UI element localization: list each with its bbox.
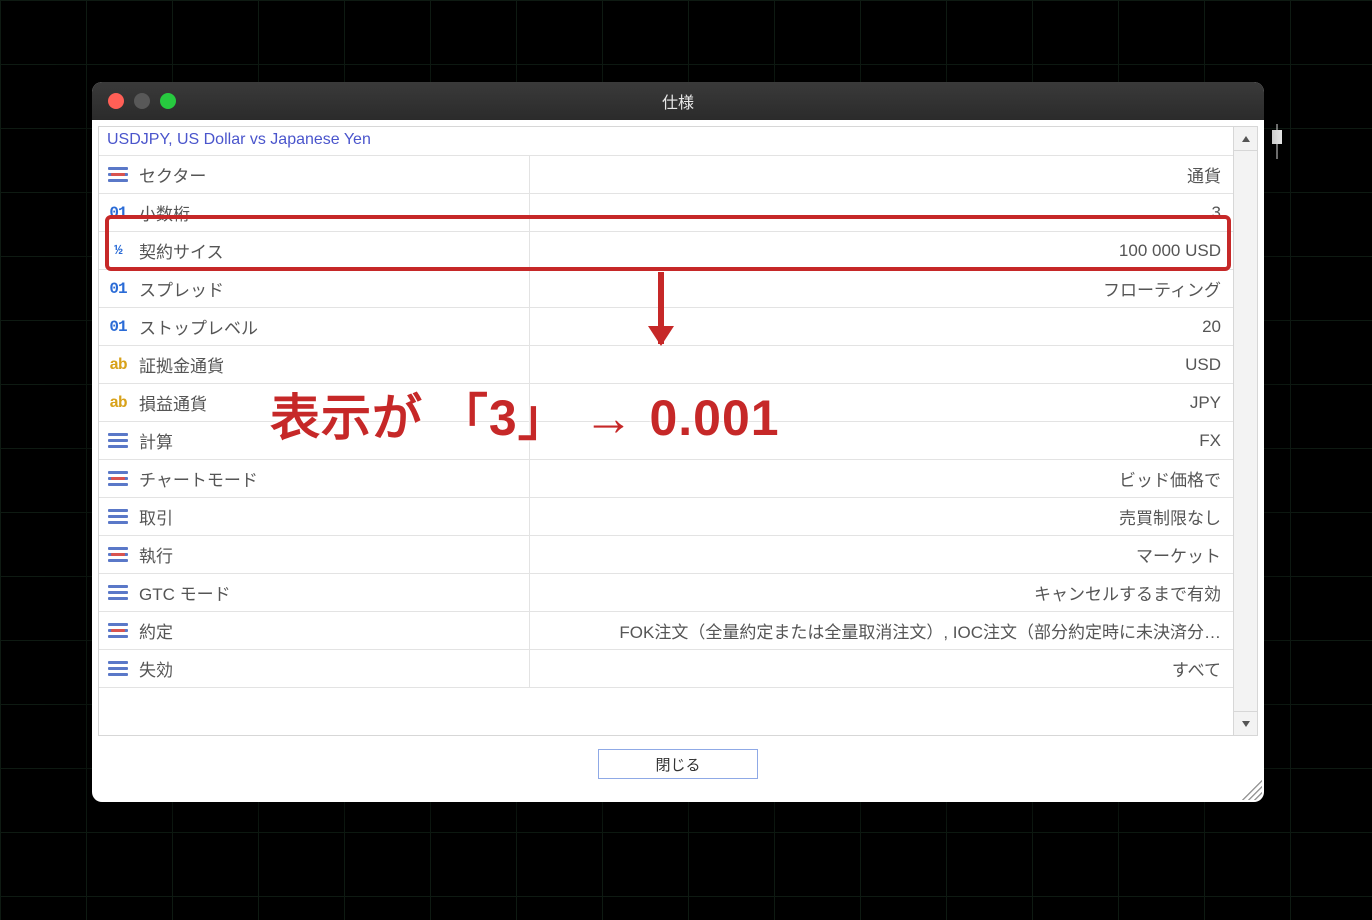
spec-value: FOK注文（全量約定または全量取消注文）, IOC注文（部分約定時に未決済分… [530,618,1233,643]
spec-value: マーケット [530,542,1233,567]
list-redmid-icon [107,544,129,566]
spec-row[interactable]: 取引 売買制限なし [99,498,1233,536]
number-type-icon: 01 [107,278,129,300]
window-title: 仕様 [92,89,1264,113]
spec-value: 100 000 USD [530,241,1233,261]
scroll-down-button[interactable] [1234,711,1257,735]
list-redmid-icon [107,468,129,490]
spec-row[interactable]: 01 小数桁 3 [99,194,1233,232]
spec-value: FX [530,431,1233,451]
specification-dialog: 仕様 USDJPY, US Dollar vs Japanese Yen セクタ… [92,82,1264,802]
spec-row[interactable]: チャートモード ビッド価格で [99,460,1233,498]
spec-label: 契約サイス [139,238,224,263]
fraction-type-icon: ½ [107,240,129,262]
zoom-window-button[interactable] [160,93,176,109]
number-type-icon: 01 [107,316,129,338]
spec-value: USD [530,355,1233,375]
spec-row[interactable]: セクター 通貨 [99,156,1233,194]
spec-value: ビッド価格で [530,466,1233,491]
spec-label: 損益通貨 [139,390,207,415]
spec-value: キャンセルするまで有効 [530,580,1233,605]
list-blue-icon [107,506,129,528]
spec-value: 20 [530,317,1233,337]
text-type-icon: ab [107,392,129,414]
symbol-header: USDJPY, US Dollar vs Japanese Yen [99,127,1233,156]
list-blue-icon [107,430,129,452]
spec-row[interactable]: 01 スプレッド フローティング [99,270,1233,308]
minimize-window-button[interactable] [134,93,150,109]
spec-label: チャートモード [139,466,258,491]
spec-value: フローティング [530,276,1233,301]
spec-label: 約定 [139,618,173,643]
scroll-up-button[interactable] [1234,127,1257,151]
spec-value: 通貨 [530,162,1233,187]
spec-row[interactable]: GTC モード キャンセルするまで有効 [99,574,1233,612]
resize-grip[interactable] [1242,780,1262,800]
spec-value: JPY [530,393,1233,413]
scrollbar[interactable] [1233,127,1257,735]
spec-label: 証拠金通貨 [139,352,224,377]
spec-label: セクター [139,162,206,187]
spec-label: 計算 [139,428,173,453]
spec-label: ストップレベル [139,314,258,339]
titlebar[interactable]: 仕様 [92,82,1264,120]
list-blue-icon [107,658,129,680]
spec-row[interactable]: 計算 FX [99,422,1233,460]
list-redmid-icon [107,164,129,186]
spec-row[interactable]: 失効 すべて [99,650,1233,688]
spec-row[interactable]: ab 損益通貨 JPY [99,384,1233,422]
window-controls [108,93,176,109]
number-type-icon: 01 [107,202,129,224]
text-type-icon: ab [107,354,129,376]
spec-row[interactable]: ½ 契約サイス 100 000 USD [99,232,1233,270]
close-window-button[interactable] [108,93,124,109]
spec-label: 小数桁 [139,200,190,225]
list-blue-icon [107,582,129,604]
spec-row[interactable]: 約定 FOK注文（全量約定または全量取消注文）, IOC注文（部分約定時に未決済分… [99,612,1233,650]
spec-row[interactable]: 執行 マーケット [99,536,1233,574]
spec-row[interactable]: 01 ストップレベル 20 [99,308,1233,346]
specification-list: USDJPY, US Dollar vs Japanese Yen セクター 通貨… [99,127,1233,735]
spec-label: スプレッド [139,276,224,301]
spec-value: 売買制限なし [530,504,1233,529]
spec-label: 執行 [139,542,173,567]
spec-label: 取引 [139,504,173,529]
spec-value: すべて [530,656,1233,681]
close-button[interactable]: 閉じる [598,749,758,779]
spec-label: 失効 [139,656,173,681]
list-redmid-icon [107,620,129,642]
spec-label: GTC モード [139,580,231,605]
spec-row[interactable]: ab 証拠金通貨 USD [99,346,1233,384]
spec-value: 3 [530,203,1233,223]
